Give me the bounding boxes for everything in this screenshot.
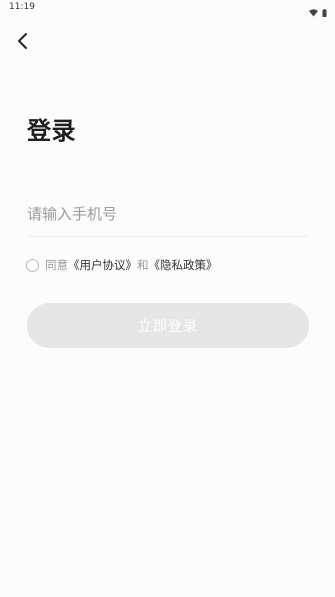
agreement-and: 和	[137, 258, 149, 272]
wifi-icon	[309, 2, 318, 21]
page-title: 登录	[27, 117, 76, 145]
status-time: 11:19	[9, 2, 35, 12]
phone-input[interactable]	[27, 196, 309, 232]
agreement-checkbox[interactable]	[26, 258, 39, 272]
battery-icon	[322, 2, 327, 21]
login-button[interactable]: 立即登录	[27, 303, 309, 348]
chevron-left-icon	[16, 32, 30, 54]
status-bar: 11:19	[0, 0, 335, 17]
phone-field	[27, 196, 309, 237]
login-screen: 11:19 登录 同意 《用户协议》	[0, 0, 335, 597]
privacy-policy-link[interactable]: 《隐私政策》	[149, 257, 218, 273]
user-agreement-link[interactable]: 《用户协议》	[68, 257, 137, 273]
agreement-row: 同意 《用户协议》 和 《隐私政策》	[26, 256, 218, 274]
status-icons	[309, 2, 327, 21]
agreement-prefix: 同意	[45, 258, 68, 272]
back-button[interactable]	[10, 30, 36, 56]
